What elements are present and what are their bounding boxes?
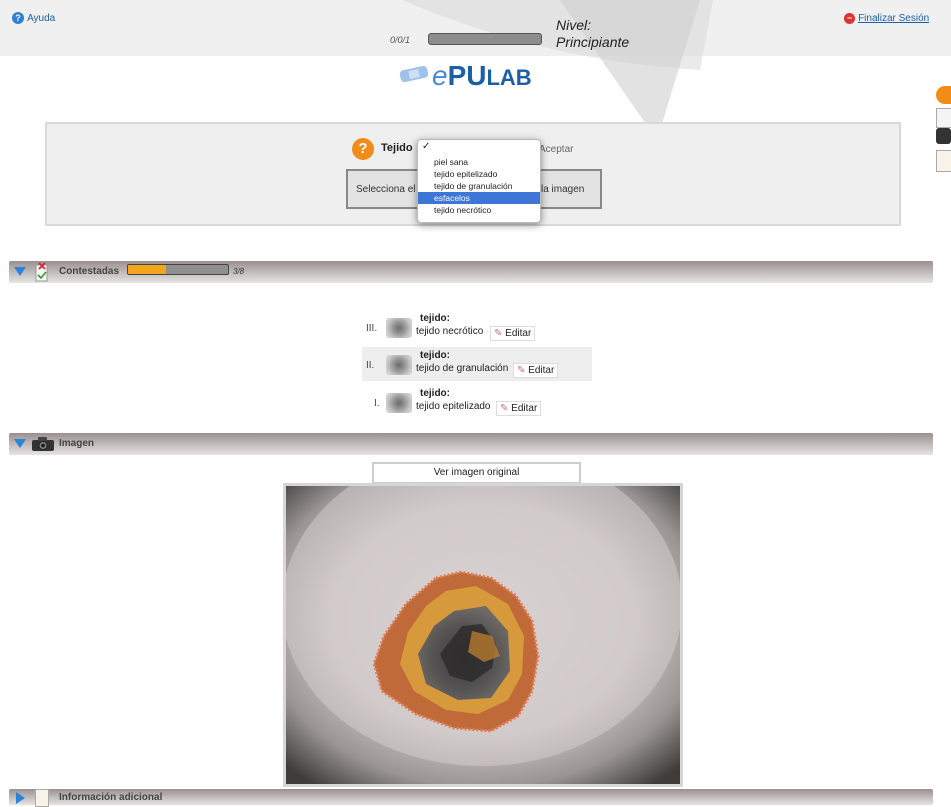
side-help-icon[interactable] bbox=[936, 86, 951, 104]
score-progress-bar bbox=[428, 33, 542, 45]
answer-label: tejido: bbox=[420, 313, 450, 324]
dropdown-option[interactable]: tejido necrótico bbox=[418, 204, 540, 216]
level-value: Principiante bbox=[556, 34, 630, 50]
instruction-text-left: Selecciona el bbox=[356, 184, 416, 195]
answer-thumbnail bbox=[386, 355, 412, 375]
logo-pu: PU bbox=[447, 60, 487, 91]
answered-progress-fill bbox=[128, 265, 166, 274]
expand-arrow-icon[interactable] bbox=[16, 792, 25, 804]
answers-sheet-icon bbox=[35, 262, 48, 282]
question-help-icon[interactable]: ? bbox=[352, 138, 374, 160]
answer-label: tejido: bbox=[420, 388, 450, 399]
wound-photo bbox=[286, 486, 680, 784]
pencil-icon: ✎ bbox=[517, 365, 526, 376]
pencil-icon: ✎ bbox=[494, 328, 503, 339]
logo-bandage-icon bbox=[399, 65, 429, 83]
help-label: Ayuda bbox=[27, 13, 56, 24]
info-document-icon bbox=[35, 789, 49, 807]
app-logo: ePULAB bbox=[432, 60, 532, 92]
logout-label: Finalizar Sesión bbox=[858, 13, 930, 24]
check-icon: ✓ bbox=[422, 141, 431, 152]
answer-number: III. bbox=[366, 323, 378, 334]
side-answers-icon[interactable] bbox=[936, 108, 951, 128]
accept-button[interactable]: Aceptar bbox=[539, 144, 573, 155]
dropdown-option[interactable]: tejido epitelizado bbox=[418, 168, 540, 180]
answer-item: II. tejido: tejido de granulación ✎ Edit… bbox=[362, 347, 592, 381]
side-camera-icon[interactable] bbox=[936, 128, 951, 144]
collapse-arrow-icon[interactable] bbox=[14, 267, 26, 276]
answer-thumbnail bbox=[386, 318, 412, 338]
level-label: Nivel: bbox=[556, 17, 592, 33]
answered-count: 3/8 bbox=[233, 267, 245, 276]
edit-button[interactable]: ✎ Editar bbox=[513, 363, 559, 378]
answer-value: tejido epitelizado bbox=[416, 401, 491, 412]
edit-label: Editar bbox=[528, 365, 555, 376]
question-label: Tejido bbox=[381, 142, 413, 154]
image-section-bar[interactable]: Imagen bbox=[9, 433, 933, 455]
edit-label: Editar bbox=[511, 403, 538, 414]
answer-value: tejido necrótico bbox=[416, 326, 484, 337]
edit-button[interactable]: ✎ Editar bbox=[490, 326, 536, 341]
answer-label: tejido: bbox=[420, 350, 450, 361]
instruction-text-right: la imagen bbox=[541, 184, 585, 195]
logo-e: e bbox=[432, 60, 448, 91]
view-original-button[interactable]: Ver imagen original bbox=[372, 462, 581, 484]
answer-value: tejido de granulación bbox=[416, 363, 509, 374]
help-icon: ? bbox=[12, 12, 24, 25]
wound-image[interactable] bbox=[283, 483, 683, 787]
answer-number: II. bbox=[366, 360, 375, 371]
extra-info-section-title: Información adicional bbox=[59, 792, 163, 803]
dropdown-option[interactable]: tejido de granulación bbox=[418, 180, 540, 192]
help-link[interactable]: ? Ayuda bbox=[12, 12, 56, 25]
answer-thumbnail bbox=[386, 393, 412, 413]
dropdown-option[interactable]: piel sana bbox=[418, 156, 540, 168]
edit-label: Editar bbox=[505, 328, 532, 339]
extra-info-section-bar[interactable]: Información adicional bbox=[9, 789, 933, 807]
edit-button[interactable]: ✎ Editar bbox=[496, 401, 542, 416]
top-bar bbox=[0, 0, 951, 56]
answer-item: III. tejido: tejido necrótico ✎ Editar bbox=[362, 310, 592, 344]
logo-lab: LAB bbox=[486, 65, 532, 90]
answer-item: I. tejido: tejido epitelizado ✎ Editar bbox=[362, 385, 592, 419]
image-section-title: Imagen bbox=[59, 438, 95, 449]
logout-link[interactable]: − Finalizar Sesión bbox=[844, 12, 929, 24]
collapse-arrow-icon[interactable] bbox=[14, 439, 26, 448]
dropdown-option-selected[interactable]: esfacelos bbox=[418, 192, 540, 204]
tissue-dropdown[interactable]: ✓ piel sana tejido epitelizado tejido de… bbox=[417, 139, 541, 223]
logout-icon: − bbox=[844, 12, 855, 24]
side-notes-icon[interactable] bbox=[936, 150, 951, 172]
answered-section-title: Contestadas bbox=[59, 266, 120, 277]
answer-number: I. bbox=[374, 398, 380, 409]
answered-progress-bar bbox=[127, 264, 229, 275]
camera-icon bbox=[32, 437, 54, 451]
pencil-icon: ✎ bbox=[500, 403, 509, 414]
score-text: 0/0/1 bbox=[390, 35, 411, 45]
